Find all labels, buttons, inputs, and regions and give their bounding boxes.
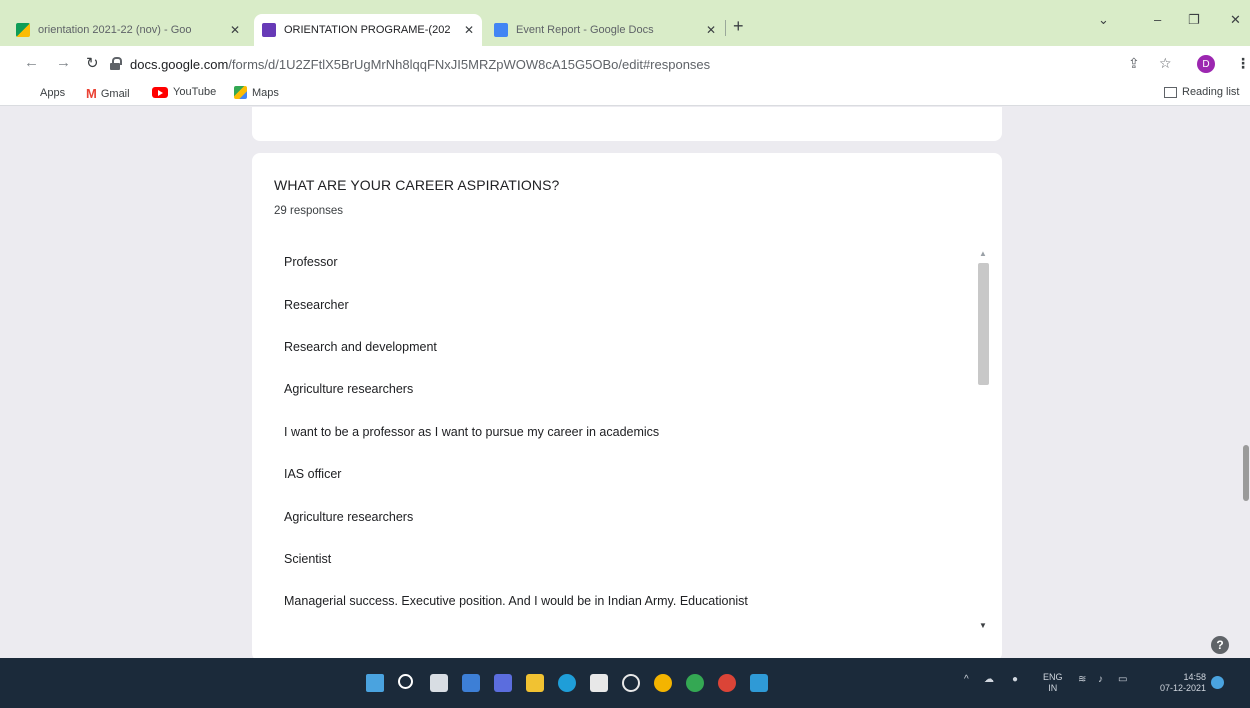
- restore-icon[interactable]: ❐: [1188, 12, 1200, 28]
- minimize-icon[interactable]: –: [1154, 12, 1161, 27]
- wifi-icon[interactable]: ≋: [1078, 674, 1086, 685]
- gmail-icon: M: [86, 86, 97, 101]
- tray-chevron-icon[interactable]: ^: [964, 674, 969, 685]
- scroll-up-icon[interactable]: ▲: [979, 249, 987, 258]
- new-tab-button[interactable]: +: [733, 16, 744, 37]
- address-bar[interactable]: docs.google.com/forms/d/1U2ZFtlX5BrUgMrN…: [110, 52, 1110, 76]
- volume-icon[interactable]: ♪: [1098, 674, 1103, 685]
- apps-grid-icon: [22, 86, 35, 99]
- app-circle-icon[interactable]: [622, 674, 640, 692]
- url-host: docs.google.com: [130, 56, 229, 72]
- reading-list-button[interactable]: Reading list: [1164, 86, 1239, 98]
- tab-orientation-programe[interactable]: ORIENTATION PROGRAME-(202 ✕: [254, 14, 482, 46]
- question-title: WHAT ARE YOUR CAREER ASPIRATIONS?: [274, 177, 560, 193]
- list-item: I want to be a professor as I want to pu…: [284, 424, 660, 439]
- close-window-icon[interactable]: ✕: [1230, 12, 1241, 28]
- previous-question-card: [252, 107, 1002, 141]
- question-card: WHAT ARE YOUR CAREER ASPIRATIONS? 29 res…: [252, 153, 1002, 658]
- maps-icon: [234, 86, 247, 99]
- list-item: IAS officer: [284, 467, 342, 482]
- forward-icon[interactable]: →: [56, 54, 71, 71]
- clock-time: 14:58: [1183, 672, 1206, 682]
- profile-avatar[interactable]: D: [1197, 55, 1215, 73]
- back-icon[interactable]: ←: [24, 54, 39, 71]
- response-count: 29 responses: [274, 205, 344, 217]
- system-clock[interactable]: 14:58 07-12-2021: [1158, 672, 1206, 694]
- bookmark-apps[interactable]: Apps: [22, 86, 65, 99]
- lock-icon: [110, 57, 122, 71]
- bookmark-label: Apps: [40, 86, 66, 99]
- edge-icon[interactable]: [558, 674, 576, 692]
- close-tab-icon[interactable]: ✕: [230, 23, 240, 37]
- tab-event-report[interactable]: Event Report - Google Docs ✕: [486, 14, 724, 46]
- file-explorer-icon[interactable]: [526, 674, 544, 692]
- response-list[interactable]: Professor Researcher Research and develo…: [270, 241, 970, 625]
- start-icon[interactable]: [366, 674, 384, 692]
- share-icon[interactable]: ⇪: [1128, 55, 1140, 72]
- tab-title: orientation 2021-22 (nov) - Goo: [38, 24, 192, 36]
- tab-title: ORIENTATION PROGRAME-(202: [284, 24, 451, 36]
- bookmark-label: Gmail: [100, 87, 130, 100]
- notification-icon[interactable]: [1211, 676, 1224, 689]
- scrollbar-thumb[interactable]: [978, 263, 989, 385]
- bookmark-maps[interactable]: Maps: [234, 86, 279, 99]
- help-icon[interactable]: ?: [1211, 636, 1229, 654]
- app-icon[interactable]: [750, 674, 768, 692]
- language-indicator[interactable]: ENG IN: [1043, 672, 1063, 694]
- region-code: IN: [1048, 683, 1058, 693]
- widgets-icon[interactable]: [462, 674, 480, 692]
- microphone-icon[interactable]: ●: [1012, 674, 1018, 685]
- bookmarks-bar: Apps M Gmail YouTube Maps Reading list: [0, 82, 1250, 106]
- tab-search-icon[interactable]: ⌄: [1098, 12, 1109, 28]
- tab-strip: orientation 2021-22 (nov) - Goo ✕ ORIENT…: [0, 0, 1250, 46]
- response-list-scrollbar[interactable]: ▲ ▼: [976, 249, 990, 633]
- list-item: Scientist: [284, 551, 332, 566]
- url-path: /forms/d/1U2ZFtlX5BrUgMrNh8lqqFNxJI5MRZp…: [228, 56, 711, 72]
- chrome-profile-icon[interactable]: [686, 674, 704, 692]
- reload-icon[interactable]: ↻: [86, 54, 99, 72]
- google-drive-icon: [16, 23, 30, 37]
- bookmark-star-icon[interactable]: ☆: [1159, 55, 1172, 72]
- store-icon[interactable]: [590, 674, 608, 692]
- tab-title: Event Report - Google Docs: [516, 24, 654, 36]
- search-icon[interactable]: [398, 674, 413, 689]
- reading-list-label: Reading list: [1182, 86, 1240, 98]
- list-item: Agriculture researchers: [284, 509, 414, 524]
- windows-taskbar: ^ ☁ ● ENG IN ≋ ♪ ▭ 14:58 07-12-2021: [0, 658, 1250, 708]
- chat-icon[interactable]: [494, 674, 512, 692]
- list-item: Research and development: [284, 339, 437, 354]
- list-item: Agriculture researchers: [284, 382, 414, 397]
- language-code: ENG: [1043, 672, 1063, 682]
- close-tab-icon[interactable]: ✕: [464, 23, 474, 37]
- page-scrollbar-thumb[interactable]: [1243, 445, 1249, 501]
- chrome-icon[interactable]: [654, 674, 672, 692]
- scroll-down-icon[interactable]: ▼: [979, 621, 987, 630]
- kebab-menu-icon[interactable]: ⋮: [1236, 55, 1250, 72]
- google-forms-icon: [262, 23, 276, 37]
- tab-orientation-sheet[interactable]: orientation 2021-22 (nov) - Goo ✕: [8, 14, 248, 46]
- list-item: Managerial success. Executive position. …: [284, 594, 748, 609]
- google-docs-icon: [494, 23, 508, 37]
- task-view-icon[interactable]: [430, 674, 448, 692]
- battery-icon[interactable]: ▭: [1118, 674, 1127, 685]
- list-item: Professor: [284, 255, 338, 270]
- browser-toolbar: ← → ↻ docs.google.com/forms/d/1U2ZFtlX5B…: [0, 46, 1250, 82]
- bookmark-label: Maps: [252, 86, 279, 99]
- tab-separator: [725, 20, 726, 36]
- chrome-profile-icon-2[interactable]: [718, 674, 736, 692]
- list-item: Researcher: [284, 297, 349, 312]
- bookmark-youtube[interactable]: YouTube: [152, 86, 216, 98]
- bookmark-gmail[interactable]: M Gmail: [86, 86, 130, 101]
- onedrive-icon[interactable]: ☁: [984, 674, 994, 685]
- close-tab-icon[interactable]: ✕: [706, 23, 716, 37]
- reading-list-icon: [1164, 86, 1177, 98]
- youtube-icon: [152, 86, 168, 98]
- bookmark-label: YouTube: [173, 86, 217, 98]
- clock-date: 07-12-2021: [1159, 683, 1206, 693]
- forms-responses-page: WHAT ARE YOUR CAREER ASPIRATIONS? 29 res…: [0, 107, 1250, 658]
